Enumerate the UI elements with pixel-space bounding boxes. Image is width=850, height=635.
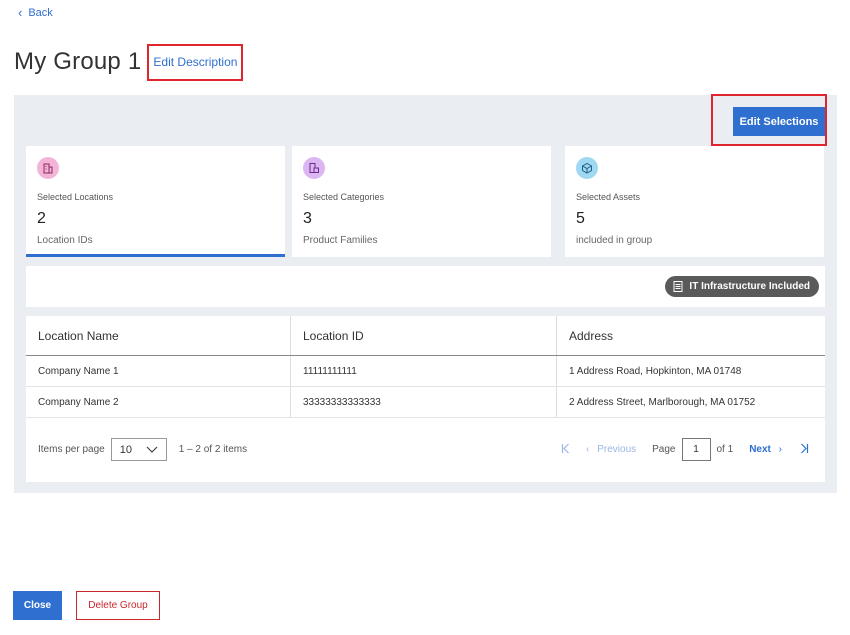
cell-location-name: Company Name 1 bbox=[26, 356, 291, 386]
page-label: Page bbox=[652, 444, 676, 455]
last-page-icon[interactable] bbox=[800, 443, 809, 457]
it-infrastructure-badge: IT Infrastructure Included bbox=[665, 276, 819, 297]
table-row[interactable]: Company Name 2 33333333333333 2 Address … bbox=[26, 387, 825, 418]
previous-page-button[interactable]: ‹ Previous bbox=[586, 444, 636, 455]
card-count: 5 bbox=[576, 210, 585, 227]
page-count: of 1 bbox=[716, 444, 734, 455]
chevron-down-icon bbox=[146, 446, 158, 453]
card-label: Selected Locations bbox=[37, 192, 114, 202]
items-per-page-value: 10 bbox=[119, 443, 132, 456]
cell-address: 1 Address Road, Hopkinton, MA 01748 bbox=[569, 365, 742, 377]
edit-selections-highlight: Edit Selections bbox=[711, 94, 827, 146]
cell-location-id: 33333333333333 bbox=[291, 387, 557, 417]
card-label: Selected Assets bbox=[576, 192, 641, 202]
back-link[interactable]: ‹ Back bbox=[18, 5, 53, 20]
column-header-address[interactable]: Address bbox=[557, 316, 825, 355]
edit-selections-button[interactable]: Edit Selections bbox=[733, 107, 825, 136]
locations-table: Location Name Location ID Address Compan… bbox=[26, 316, 825, 482]
page-title: My Group 1 bbox=[14, 48, 142, 75]
table-header: Location Name Location ID Address bbox=[26, 316, 825, 356]
group-panel: Edit Selections Selected Locations 2 Loc… bbox=[14, 94, 837, 493]
first-page-icon[interactable] bbox=[561, 443, 570, 457]
title-row: My Group 1 Edit Description bbox=[14, 44, 244, 84]
back-label: Back bbox=[28, 7, 53, 19]
pagination: Items per page 10 1 – 2 of 2 items ‹ Pre… bbox=[26, 432, 825, 467]
pager-left: Items per page 10 1 – 2 of 2 items bbox=[38, 438, 247, 461]
items-per-page-label: Items per page bbox=[38, 444, 105, 455]
items-range: 1 – 2 of 2 items bbox=[178, 444, 248, 455]
delete-group-button[interactable]: Delete Group bbox=[76, 591, 160, 620]
card-count: 3 bbox=[303, 210, 312, 227]
chevron-right-icon: › bbox=[778, 444, 782, 455]
column-header-location-name[interactable]: Location Name bbox=[26, 316, 291, 355]
chevron-left-icon: ‹ bbox=[18, 5, 23, 20]
card-count: 2 bbox=[37, 210, 46, 227]
server-icon bbox=[673, 281, 683, 292]
cell-address: 2 Address Street, Marlborough, MA 01752 bbox=[569, 396, 756, 408]
badge-label: IT Infrastructure Included bbox=[689, 281, 810, 292]
card-selected-assets[interactable]: Selected Assets 5 included in group bbox=[565, 146, 824, 257]
building-icon bbox=[37, 157, 59, 179]
close-button[interactable]: Close bbox=[13, 591, 62, 620]
card-sub: Product Families bbox=[303, 235, 378, 246]
card-label: Selected Categories bbox=[303, 192, 385, 202]
pager-right: ‹ Previous Page 1 of 1 Next › bbox=[561, 438, 809, 461]
cell-location-id: 11111111111 bbox=[291, 356, 557, 386]
card-sub: included in group bbox=[576, 235, 653, 246]
cube-icon bbox=[576, 157, 598, 179]
card-selected-categories[interactable]: Selected Categories 3 Product Families bbox=[292, 146, 551, 257]
chevron-left-icon: ‹ bbox=[586, 444, 590, 455]
filter-strip: IT Infrastructure Included bbox=[26, 266, 825, 307]
page-input[interactable]: 1 bbox=[681, 438, 711, 461]
next-page-button[interactable]: Next › bbox=[749, 444, 782, 455]
edit-description-link[interactable]: Edit Description bbox=[147, 44, 244, 81]
items-per-page-select[interactable]: 10 bbox=[110, 438, 167, 461]
card-selected-locations[interactable]: Selected Locations 2 Location IDs bbox=[26, 146, 285, 257]
categories-icon bbox=[303, 157, 325, 179]
next-label: Next bbox=[749, 444, 771, 455]
previous-label: Previous bbox=[597, 444, 637, 455]
column-header-location-id[interactable]: Location ID bbox=[291, 316, 557, 355]
table-row[interactable]: Company Name 1 11111111111 1 Address Roa… bbox=[26, 356, 825, 387]
cell-location-name: Company Name 2 bbox=[26, 387, 291, 417]
card-sub: Location IDs bbox=[37, 235, 93, 246]
